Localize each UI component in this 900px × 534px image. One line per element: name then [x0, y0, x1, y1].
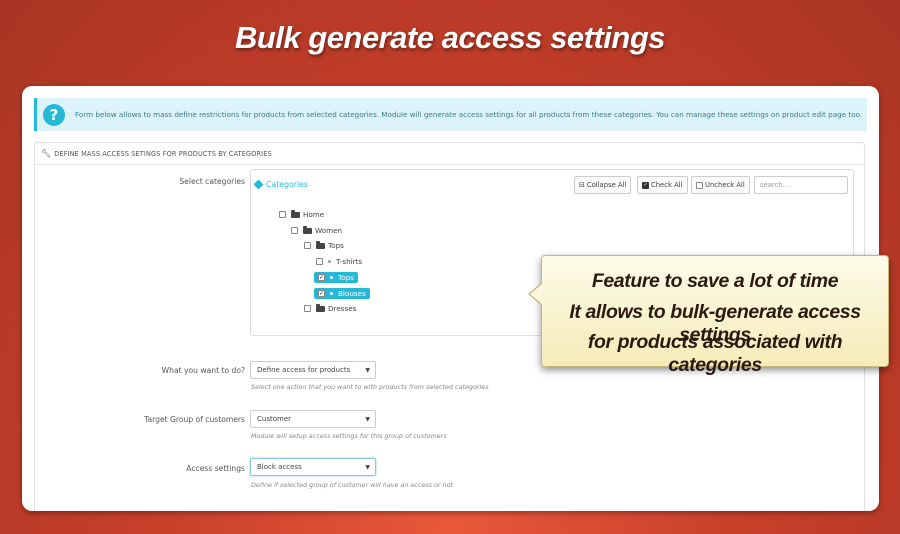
- access-help-text: Define if selected group of customer wil…: [251, 481, 454, 489]
- action-label: What you want to do?: [161, 366, 245, 375]
- categories-heading: Categories: [253, 179, 309, 190]
- bullet-icon: [330, 292, 333, 295]
- collapse-all-label: Collapse All: [586, 181, 627, 189]
- caret-down-icon: ▼: [365, 367, 370, 374]
- bullet-icon: [330, 276, 333, 279]
- caret-down-icon: ▼: [365, 416, 370, 423]
- action-select-value: Define access for products: [257, 366, 351, 374]
- select-categories-label: Select categories: [179, 177, 245, 186]
- panel-title: DEFINE MASS ACCESS SETINGS FOR PRODUCTS …: [54, 149, 272, 158]
- folder-open-icon: [303, 225, 312, 234]
- group-select[interactable]: Customer ▼: [250, 410, 376, 428]
- panel-heading: 🔧︎ DEFINE MASS ACCESS SETINGS FOR PRODUC…: [35, 143, 864, 165]
- group-label: Target Group of customers: [144, 415, 245, 424]
- tag-icon: [253, 179, 264, 190]
- category-search-input[interactable]: search...: [754, 176, 848, 194]
- tree-node-label: Blouses: [338, 289, 366, 298]
- callout-line-1: Feature to save a lot of time: [591, 270, 839, 292]
- tree-node-label: Dresses: [328, 304, 357, 313]
- question-icon: ?: [43, 103, 65, 126]
- checkbox[interactable]: [304, 305, 311, 312]
- group-select-value: Customer: [257, 415, 292, 423]
- uncheck-all-label: Uncheck All: [705, 181, 745, 189]
- tree-node-label: Tops: [328, 241, 344, 250]
- info-alert: ? Form below allows to mass define restr…: [34, 98, 867, 131]
- categories-title: Categories: [266, 180, 309, 189]
- caret-down-icon: ▼: [365, 464, 370, 471]
- group-help-text: Module will setup access settings for th…: [251, 432, 447, 440]
- checkbox-checked[interactable]: ✓: [318, 274, 325, 281]
- checkbox[interactable]: [291, 227, 298, 234]
- tree-node-label: Women: [315, 226, 343, 235]
- folder-open-icon: [316, 240, 325, 249]
- collapse-icon: ⊟: [579, 181, 585, 189]
- tree-node-tops-selected[interactable]: ✓ Tops: [314, 272, 358, 283]
- tree-node-label: T-shirts: [336, 257, 363, 266]
- checkbox[interactable]: [304, 242, 311, 249]
- checkbox[interactable]: [316, 258, 323, 265]
- info-text: Form below allows to mass define restric…: [75, 110, 863, 119]
- page-headline: Bulk generate access settings: [234, 20, 666, 55]
- access-label: Access settings: [186, 464, 245, 473]
- tree-node-label: Tops: [338, 273, 354, 282]
- action-help-text: Select one action that you want to with …: [251, 383, 489, 391]
- tree-node-tops-parent[interactable]: Tops: [304, 240, 344, 250]
- selected-highlight: ✓ Blouses: [314, 288, 370, 299]
- checkbox-checked[interactable]: ✓: [318, 290, 325, 297]
- selected-highlight: ✓ Tops: [314, 272, 358, 283]
- check-all-label: Check All: [651, 181, 683, 189]
- tree-node-home[interactable]: Home: [279, 209, 325, 219]
- callout-line-3: for products associated with categories: [587, 331, 843, 376]
- folder-closed-icon: [316, 303, 325, 312]
- access-select[interactable]: Block access ▼: [250, 458, 376, 476]
- uncheck-all-button[interactable]: Uncheck All: [691, 176, 750, 194]
- tree-node-tshirts[interactable]: T-shirts: [316, 257, 362, 266]
- check-all-button[interactable]: ✓ Check All: [637, 176, 688, 194]
- tree-node-blouses[interactable]: ✓ Blouses: [314, 288, 370, 299]
- unchecked-square-icon: [696, 181, 703, 189]
- bullet-icon: [328, 260, 331, 263]
- checkbox[interactable]: [279, 211, 286, 218]
- collapse-all-button[interactable]: ⊟ Collapse All: [574, 176, 632, 194]
- access-select-value: Block access: [257, 463, 302, 471]
- feature-callout: Feature to save a lot of time It allows …: [528, 255, 889, 376]
- wrench-icon: 🔧︎: [41, 149, 52, 158]
- folder-open-icon: [291, 209, 300, 218]
- tree-node-label: Home: [303, 210, 325, 219]
- tree-node-women[interactable]: Women: [291, 225, 343, 235]
- tree-node-dresses[interactable]: Dresses: [304, 303, 357, 313]
- checked-square-icon: ✓: [642, 181, 649, 189]
- action-select[interactable]: Define access for products ▼: [250, 361, 376, 379]
